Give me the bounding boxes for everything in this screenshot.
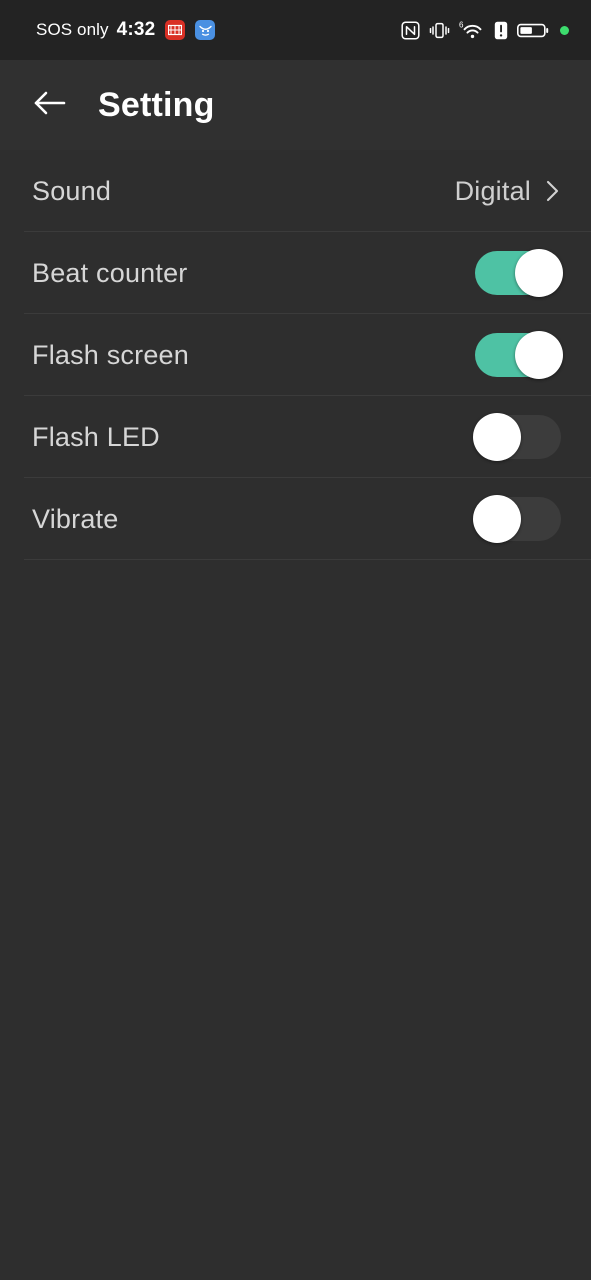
setting-row-sound[interactable]: Sound Digital	[0, 150, 591, 232]
setting-value-sound: Digital	[454, 175, 531, 206]
setting-row-flash-screen[interactable]: Flash screen	[0, 314, 591, 396]
back-button[interactable]	[26, 82, 72, 128]
battery-icon	[517, 21, 549, 40]
setting-label-beat-counter: Beat counter	[32, 257, 188, 288]
empty-area	[0, 560, 591, 1280]
setting-label-flash-led: Flash LED	[32, 421, 160, 452]
toggle-flash-screen[interactable]	[475, 331, 563, 379]
chevron-right-icon	[545, 177, 561, 205]
wifi-6-icon: 6	[459, 20, 485, 40]
toggle-knob	[473, 413, 521, 461]
toggle-flash-led[interactable]	[473, 413, 561, 461]
setting-label-flash-screen: Flash screen	[32, 339, 189, 370]
setting-row-beat-counter[interactable]: Beat counter	[0, 232, 591, 314]
back-arrow-icon	[32, 89, 66, 122]
toggle-beat-counter[interactable]	[475, 249, 563, 297]
settings-list: Sound Digital Beat counter Flash screen	[0, 150, 591, 1280]
toggle-knob	[473, 495, 521, 543]
alert-badge-icon	[494, 21, 508, 40]
status-clock: 4:32	[116, 19, 156, 40]
toggle-knob	[515, 249, 563, 297]
app-header: Setting	[0, 60, 591, 150]
blue-app-icon	[195, 20, 216, 40]
toggle-knob	[515, 331, 563, 379]
nfc-icon	[401, 20, 420, 40]
status-bar-left: SOS only 4:32	[36, 19, 216, 41]
toggle-vibrate[interactable]	[473, 495, 561, 543]
setting-label-sound: Sound	[32, 175, 112, 206]
red-app-icon	[165, 20, 186, 40]
green-privacy-dot	[560, 25, 569, 35]
carrier-label: SOS only	[36, 20, 109, 39]
setting-row-sound-right: Digital	[455, 176, 561, 207]
status-bar: SOS only 4:32 6	[0, 0, 591, 60]
setting-label-vibrate: Vibrate	[32, 503, 119, 534]
page-title: Setting	[98, 85, 215, 124]
setting-row-flash-led[interactable]: Flash LED	[0, 396, 591, 478]
app-screen: SOS only 4:32 6 Setting Sound Digital Be…	[0, 0, 591, 1280]
setting-row-vibrate[interactable]: Vibrate	[0, 478, 591, 560]
vibrate-icon	[429, 21, 450, 40]
svg-text:6: 6	[459, 21, 464, 30]
status-bar-right: 6	[401, 20, 569, 40]
